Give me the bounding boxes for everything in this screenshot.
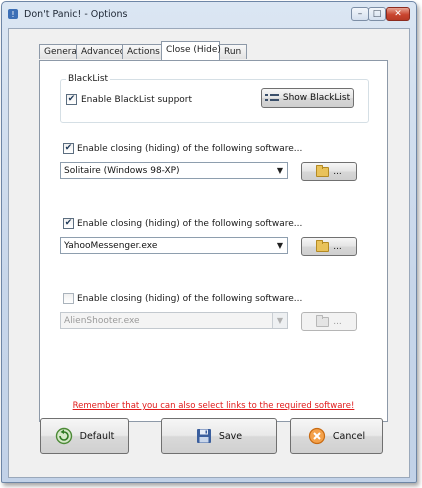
title-bar[interactable]: ! Don't Panic! - Options – □ ✕ (2, 2, 416, 28)
svg-text:!: ! (11, 10, 14, 19)
blacklist-group: BlackList ✔ Enable BlackList support Sho… (60, 74, 369, 123)
tab-actions[interactable]: Actions (122, 44, 162, 59)
list-icon (264, 94, 279, 101)
enable-blacklist-checkbox[interactable]: ✔ (66, 94, 77, 105)
tab-advanced[interactable]: Advanced (76, 44, 125, 59)
enable-closing-label-3: Enable closing (hiding) of the following… (77, 294, 303, 304)
chevron-down-icon: ▼ (276, 166, 284, 175)
enable-closing-checkbox-1[interactable]: ✔ (63, 143, 74, 154)
enable-closing-label-1: Enable closing (hiding) of the following… (77, 144, 303, 154)
enable-closing-label-2: Enable closing (hiding) of the following… (77, 219, 303, 229)
app-icon: ! (8, 9, 18, 19)
default-label: Default (79, 430, 115, 442)
default-icon (55, 427, 72, 445)
tab-general[interactable]: General (39, 44, 79, 59)
minimize-button[interactable]: – (351, 7, 369, 21)
enable-closing-checkbox-3[interactable] (63, 293, 74, 304)
close-group-3: Enable closing (hiding) of the following… (60, 293, 367, 347)
links-note[interactable]: Remember that you can also select links … (40, 401, 387, 411)
browse-button-1[interactable]: ... (301, 162, 357, 181)
browse-button-3[interactable]: ... (301, 312, 357, 331)
maximize-button[interactable]: □ (368, 7, 386, 21)
browse-button-2[interactable]: ... (301, 237, 357, 256)
default-button[interactable]: Default (40, 418, 129, 454)
dialog-client-area: General Advanced Actions Close (Hide) Ru… (8, 28, 410, 478)
browse-label-2: ... (333, 241, 342, 252)
folder-icon (316, 239, 330, 252)
software-select-value-1: Solitaire (Windows 98-XP) (64, 166, 180, 176)
tab-run[interactable]: Run (219, 44, 247, 59)
floppy-disk-icon (196, 429, 211, 443)
tab-close-hide[interactable]: Close (Hide) (161, 41, 221, 60)
show-blacklist-button[interactable]: Show BlackList (261, 88, 354, 108)
enable-closing-checkbox-2[interactable]: ✔ (63, 218, 74, 229)
options-window: ! Don't Panic! - Options – □ ✕ General A… (1, 1, 417, 483)
cancel-button[interactable]: Cancel (290, 418, 383, 454)
browse-label-1: ... (333, 166, 342, 177)
folder-icon (316, 314, 330, 327)
save-label: Save (218, 430, 243, 442)
enable-blacklist-label: Enable BlackList support (81, 95, 193, 105)
software-select-value-2: YahooMessenger.exe (64, 241, 158, 251)
software-select-value-3: AlienShooter.exe (64, 316, 140, 326)
cancel-icon (308, 427, 326, 445)
folder-icon (316, 164, 330, 177)
software-select-1[interactable]: Solitaire (Windows 98-XP) ▼ (60, 162, 288, 179)
software-select-2[interactable]: YahooMessenger.exe ▼ (60, 237, 288, 254)
close-group-2: ✔ Enable closing (hiding) of the followi… (60, 218, 367, 272)
close-button[interactable]: ✕ (386, 7, 410, 21)
save-button[interactable]: Save (161, 418, 277, 454)
chevron-down-icon: ▼ (276, 241, 284, 250)
close-group-1: ✔ Enable closing (hiding) of the followi… (60, 143, 367, 197)
show-blacklist-label: Show BlackList (282, 93, 351, 103)
window-title: Don't Panic! - Options (24, 9, 128, 20)
browse-label-3: ... (333, 316, 342, 327)
cancel-label: Cancel (332, 430, 366, 442)
chevron-down-icon: ▼ (272, 313, 287, 328)
software-select-3[interactable]: AlienShooter.exe ▼ (60, 312, 288, 329)
blacklist-group-label: BlackList (66, 74, 111, 84)
close-hide-tab-panel: BlackList ✔ Enable BlackList support Sho… (39, 60, 388, 422)
